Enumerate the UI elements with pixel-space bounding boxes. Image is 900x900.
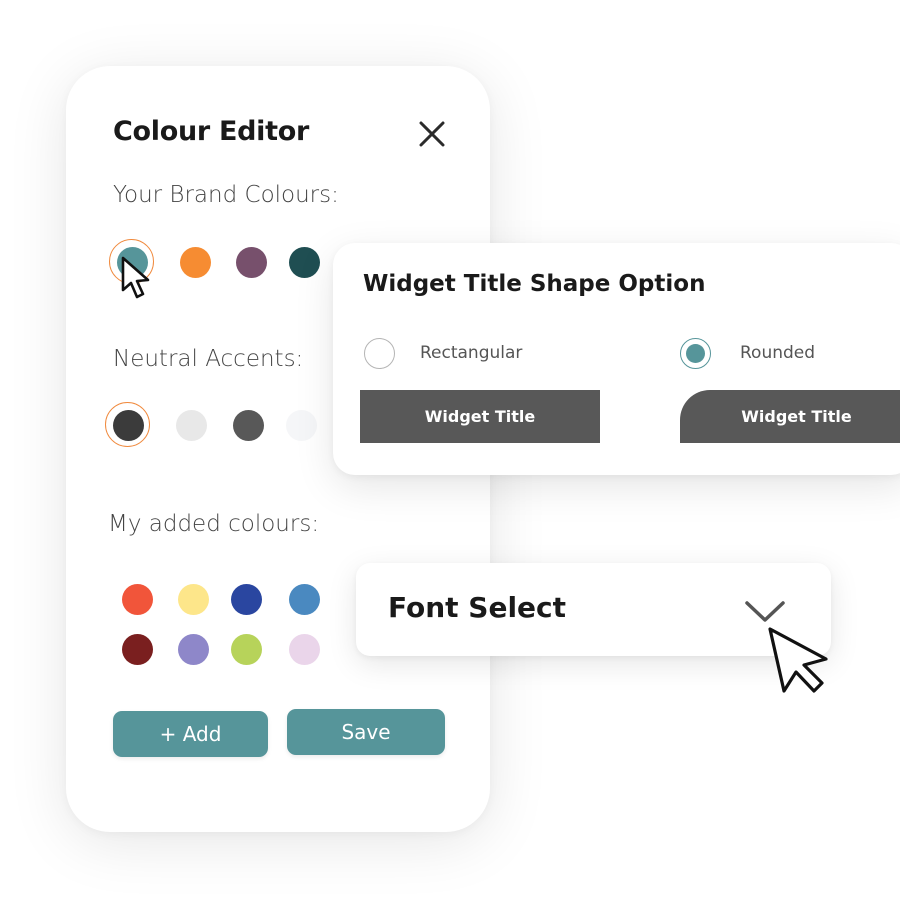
brand-colours-label: Your Brand Colours: — [113, 182, 339, 208]
close-icon — [419, 121, 445, 147]
shape-option-panel: Widget Title Shape Option Rectangular Ro… — [333, 243, 900, 475]
rectangular-preview[interactable]: Widget Title — [360, 390, 600, 443]
brand-swatch-dark-teal[interactable] — [289, 247, 320, 278]
radio-rounded[interactable] — [680, 338, 711, 369]
neutral-swatch-dark-grey[interactable] — [233, 410, 264, 441]
neutral-swatch-charcoal[interactable] — [105, 402, 150, 447]
editor-title: Colour Editor — [113, 116, 310, 147]
close-button[interactable] — [416, 118, 448, 150]
added-swatch-steel-blue[interactable] — [289, 584, 320, 615]
font-select-label: Font Select — [388, 591, 567, 624]
added-swatch-lavender[interactable] — [178, 634, 209, 665]
brand-swatch-orange[interactable] — [180, 247, 211, 278]
added-swatch-yellow[interactable] — [178, 584, 209, 615]
added-colours-label: My added colours: — [108, 511, 320, 537]
neutral-swatch-off-white[interactable] — [286, 410, 317, 441]
rectangular-label: Rectangular — [420, 343, 523, 363]
radio-rectangular[interactable] — [364, 338, 395, 369]
rounded-label: Rounded — [740, 343, 816, 363]
rounded-preview[interactable]: Widget Title — [680, 390, 900, 443]
added-swatch-blue[interactable] — [231, 584, 262, 615]
added-swatch-red[interactable] — [122, 584, 153, 615]
shape-option-title: Widget Title Shape Option — [363, 271, 706, 297]
brand-swatch-plum[interactable] — [236, 247, 267, 278]
chevron-down-icon[interactable] — [744, 599, 786, 625]
neutral-swatch-light-grey[interactable] — [176, 410, 207, 441]
brand-swatch-teal[interactable] — [109, 239, 154, 284]
font-select-dropdown[interactable]: Font Select — [356, 563, 831, 656]
save-button[interactable]: Save — [287, 709, 445, 755]
added-swatch-pink[interactable] — [289, 634, 320, 665]
added-swatch-maroon[interactable] — [122, 634, 153, 665]
add-colour-button[interactable]: + Add — [113, 711, 268, 757]
neutral-accents-label: Neutral Accents: — [113, 346, 304, 372]
added-swatch-lime[interactable] — [231, 634, 262, 665]
